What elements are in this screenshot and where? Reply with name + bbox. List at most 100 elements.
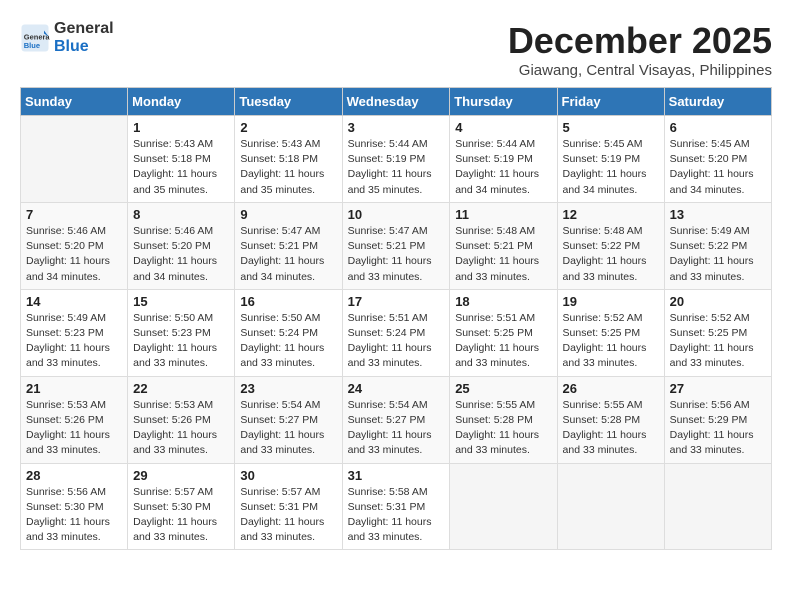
day-number: 13 <box>670 207 766 222</box>
day-info: Sunrise: 5:48 AM Sunset: 5:22 PM Dayligh… <box>563 224 659 285</box>
calendar-cell <box>557 463 664 550</box>
day-number: 17 <box>348 294 445 309</box>
day-number: 3 <box>348 120 445 135</box>
weekday-header-wednesday: Wednesday <box>342 88 450 116</box>
calendar-cell: 3Sunrise: 5:44 AM Sunset: 5:19 PM Daylig… <box>342 116 450 203</box>
month-title: December 2025 <box>508 20 772 62</box>
page-container: General Blue General Blue December 2025 … <box>20 20 772 550</box>
calendar-cell: 7 Sunrise: 5:46 AM Sunset: 5:20 PM Daylig… <box>21 202 128 289</box>
day-info: Sunrise: 5:55 AM Sunset: 5:28 PM Dayligh… <box>563 398 659 459</box>
day-number: 20 <box>670 294 766 309</box>
day-number: 25 <box>455 381 551 396</box>
day-number: 26 <box>563 381 659 396</box>
day-number: 21 <box>26 381 122 396</box>
calendar-cell: 11 Sunrise: 5:48 AM Sunset: 5:21 PM Dayli… <box>450 202 557 289</box>
calendar-cell: 21 Sunrise: 5:53 AM Sunset: 5:26 PM Dayli… <box>21 376 128 463</box>
day-info: Sunrise: 5:53 AM Sunset: 5:26 PM Dayligh… <box>133 398 229 459</box>
calendar-cell: 5 Sunrise: 5:45 AM Sunset: 5:19 PM Daylig… <box>557 116 664 203</box>
day-number: 31 <box>348 468 445 483</box>
day-number: 29 <box>133 468 229 483</box>
calendar-cell: 18Sunrise: 5:51 AM Sunset: 5:25 PM Dayli… <box>450 289 557 376</box>
calendar-cell: 13 Sunrise: 5:49 AM Sunset: 5:22 PM Dayli… <box>664 202 771 289</box>
day-number: 23 <box>240 381 336 396</box>
day-info: Sunrise: 5:58 AM Sunset: 5:31 PM Dayligh… <box>348 485 445 546</box>
day-info: Sunrise: 5:56 AM Sunset: 5:30 PM Dayligh… <box>26 485 122 546</box>
day-info: Sunrise: 5:46 AM Sunset: 5:20 PM Dayligh… <box>133 224 229 285</box>
calendar-cell: 28 Sunrise: 5:56 AM Sunset: 5:30 PM Dayli… <box>21 463 128 550</box>
day-info: Sunrise: 5:47 AM Sunset: 5:21 PM Dayligh… <box>348 224 445 285</box>
calendar-cell: 20 Sunrise: 5:52 AM Sunset: 5:25 PM Dayli… <box>664 289 771 376</box>
logo-area: General Blue General Blue <box>20 20 114 56</box>
day-info: Sunrise: 5:48 AM Sunset: 5:21 PM Dayligh… <box>455 224 551 285</box>
weekday-header-row: SundayMondayTuesdayWednesdayThursdayFrid… <box>21 88 772 116</box>
calendar-cell: 22 Sunrise: 5:53 AM Sunset: 5:26 PM Dayli… <box>128 376 235 463</box>
calendar-cell: 4Sunrise: 5:44 AM Sunset: 5:19 PM Daylig… <box>450 116 557 203</box>
day-info: Sunrise: 5:54 AM Sunset: 5:27 PM Dayligh… <box>348 398 445 459</box>
day-number: 10 <box>348 207 445 222</box>
calendar-cell: 6Sunrise: 5:45 AM Sunset: 5:20 PM Daylig… <box>664 116 771 203</box>
calendar-week-row: 7 Sunrise: 5:46 AM Sunset: 5:20 PM Daylig… <box>21 202 772 289</box>
day-number: 7 <box>26 207 122 222</box>
calendar-cell: 14Sunrise: 5:49 AM Sunset: 5:23 PM Dayli… <box>21 289 128 376</box>
location-subtitle: Giawang, Central Visayas, Philippines <box>508 62 772 79</box>
weekday-header-tuesday: Tuesday <box>235 88 342 116</box>
day-number: 5 <box>563 120 659 135</box>
calendar-cell: 19Sunrise: 5:52 AM Sunset: 5:25 PM Dayli… <box>557 289 664 376</box>
day-info: Sunrise: 5:57 AM Sunset: 5:31 PM Dayligh… <box>240 485 336 546</box>
calendar-week-row: 21 Sunrise: 5:53 AM Sunset: 5:26 PM Dayli… <box>21 376 772 463</box>
calendar-cell: 26 Sunrise: 5:55 AM Sunset: 5:28 PM Dayli… <box>557 376 664 463</box>
calendar-cell: 12Sunrise: 5:48 AM Sunset: 5:22 PM Dayli… <box>557 202 664 289</box>
weekday-header-monday: Monday <box>128 88 235 116</box>
day-number: 11 <box>455 207 551 222</box>
day-number: 24 <box>348 381 445 396</box>
day-info: Sunrise: 5:54 AM Sunset: 5:27 PM Dayligh… <box>240 398 336 459</box>
calendar-cell: 2 Sunrise: 5:43 AM Sunset: 5:18 PM Daylig… <box>235 116 342 203</box>
calendar-cell: 24 Sunrise: 5:54 AM Sunset: 5:27 PM Dayli… <box>342 376 450 463</box>
day-info: Sunrise: 5:45 AM Sunset: 5:20 PM Dayligh… <box>670 137 766 198</box>
day-info: Sunrise: 5:43 AM Sunset: 5:18 PM Dayligh… <box>240 137 336 198</box>
calendar-cell: 9Sunrise: 5:47 AM Sunset: 5:21 PM Daylig… <box>235 202 342 289</box>
calendar-cell: 29 Sunrise: 5:57 AM Sunset: 5:30 PM Dayli… <box>128 463 235 550</box>
day-info: Sunrise: 5:51 AM Sunset: 5:24 PM Dayligh… <box>348 311 445 372</box>
calendar-cell: 15 Sunrise: 5:50 AM Sunset: 5:23 PM Dayli… <box>128 289 235 376</box>
day-number: 9 <box>240 207 336 222</box>
calendar-cell <box>450 463 557 550</box>
calendar-cell: 10 Sunrise: 5:47 AM Sunset: 5:21 PM Dayli… <box>342 202 450 289</box>
day-number: 22 <box>133 381 229 396</box>
day-number: 15 <box>133 294 229 309</box>
calendar-cell <box>664 463 771 550</box>
day-info: Sunrise: 5:57 AM Sunset: 5:30 PM Dayligh… <box>133 485 229 546</box>
day-number: 8 <box>133 207 229 222</box>
day-info: Sunrise: 5:46 AM Sunset: 5:20 PM Dayligh… <box>26 224 122 285</box>
day-info: Sunrise: 5:55 AM Sunset: 5:28 PM Dayligh… <box>455 398 551 459</box>
day-info: Sunrise: 5:52 AM Sunset: 5:25 PM Dayligh… <box>670 311 766 372</box>
day-number: 2 <box>240 120 336 135</box>
calendar-cell: 23 Sunrise: 5:54 AM Sunset: 5:27 PM Dayli… <box>235 376 342 463</box>
day-info: Sunrise: 5:50 AM Sunset: 5:23 PM Dayligh… <box>133 311 229 372</box>
weekday-header-sunday: Sunday <box>21 88 128 116</box>
calendar-week-row: 1 Sunrise: 5:43 AM Sunset: 5:18 PM Daylig… <box>21 116 772 203</box>
day-number: 16 <box>240 294 336 309</box>
day-number: 30 <box>240 468 336 483</box>
calendar-cell: 8 Sunrise: 5:46 AM Sunset: 5:20 PM Daylig… <box>128 202 235 289</box>
day-info: Sunrise: 5:45 AM Sunset: 5:19 PM Dayligh… <box>563 137 659 198</box>
day-info: Sunrise: 5:49 AM Sunset: 5:22 PM Dayligh… <box>670 224 766 285</box>
day-number: 1 <box>133 120 229 135</box>
calendar-cell: 25 Sunrise: 5:55 AM Sunset: 5:28 PM Dayli… <box>450 376 557 463</box>
weekday-header-friday: Friday <box>557 88 664 116</box>
calendar-table: SundayMondayTuesdayWednesdayThursdayFrid… <box>20 87 772 550</box>
logo-icon: General Blue <box>20 23 50 53</box>
day-number: 28 <box>26 468 122 483</box>
calendar-cell: 17 Sunrise: 5:51 AM Sunset: 5:24 PM Dayli… <box>342 289 450 376</box>
calendar-cell: 1 Sunrise: 5:43 AM Sunset: 5:18 PM Daylig… <box>128 116 235 203</box>
day-number: 18 <box>455 294 551 309</box>
calendar-cell: 16Sunrise: 5:50 AM Sunset: 5:24 PM Dayli… <box>235 289 342 376</box>
day-info: Sunrise: 5:43 AM Sunset: 5:18 PM Dayligh… <box>133 137 229 198</box>
calendar-cell: 31 Sunrise: 5:58 AM Sunset: 5:31 PM Dayli… <box>342 463 450 550</box>
weekday-header-saturday: Saturday <box>664 88 771 116</box>
day-number: 4 <box>455 120 551 135</box>
calendar-week-row: 28 Sunrise: 5:56 AM Sunset: 5:30 PM Dayli… <box>21 463 772 550</box>
title-area: December 2025 Giawang, Central Visayas, … <box>508 20 772 79</box>
day-info: Sunrise: 5:52 AM Sunset: 5:25 PM Dayligh… <box>563 311 659 372</box>
day-info: Sunrise: 5:53 AM Sunset: 5:26 PM Dayligh… <box>26 398 122 459</box>
